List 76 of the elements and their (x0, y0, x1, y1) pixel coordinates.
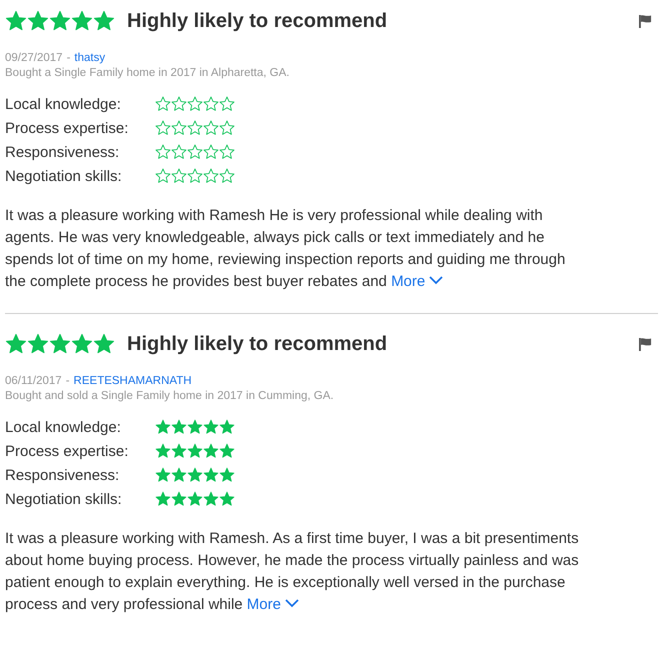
star-icon (219, 443, 235, 459)
star-icon (155, 419, 171, 435)
star-icon (49, 333, 71, 355)
separator-dash: - (66, 375, 70, 387)
star-icon (187, 467, 203, 483)
review-date: 06/11/2017 (5, 375, 62, 387)
star-outline-icon (187, 120, 203, 136)
review-headline: Highly likely to recommend (127, 332, 388, 356)
star-icon (203, 491, 219, 507)
star-outline-icon (155, 168, 171, 184)
star-icon (219, 419, 235, 435)
rating-label: Responsiveness: (5, 466, 120, 484)
star-icon (219, 491, 235, 507)
star-icon (155, 467, 171, 483)
star-icon (49, 10, 71, 32)
author-link[interactable]: REETESHAMARNATH (74, 375, 192, 387)
star-outline-icon (155, 120, 171, 136)
rating-label: Negotiation skills: (5, 490, 123, 508)
star-outline-icon (171, 96, 187, 112)
star-outline-icon (203, 120, 219, 136)
rating-label: Process expertise: (5, 442, 130, 460)
star-icon (219, 467, 235, 483)
rating-label: Process expertise: (5, 120, 130, 136)
star-icon (27, 10, 49, 32)
author-link[interactable]: thatsy (74, 52, 106, 64)
star-outline-icon (171, 168, 187, 184)
chevron-down-icon (429, 276, 444, 285)
flag-icon[interactable] (639, 336, 652, 352)
star-icon (171, 419, 187, 435)
star-outline-icon (155, 96, 171, 112)
star-outline-icon (171, 120, 187, 136)
star-icon (155, 443, 171, 459)
star-icon (71, 333, 93, 355)
star-outline-icon (219, 144, 235, 160)
star-icon (5, 10, 27, 32)
star-outline-icon (219, 168, 235, 184)
star-icon (171, 491, 187, 507)
star-icon (187, 443, 203, 459)
star-outline-icon (187, 96, 203, 112)
star-icon (171, 467, 187, 483)
star-icon (71, 10, 93, 32)
star-outline-icon (203, 168, 219, 184)
star-icon (93, 333, 115, 355)
rating-label: Local knowledge: (5, 96, 122, 112)
star-outline-icon (171, 144, 187, 160)
review-text: It was a pleasure working with Ramesh He is very professional while dealing with agents. He was very knowledgeable, always pick calls or text immediately and he spends lot of time on my home, reviewing inspection reports and guiding me through the complete process he provides best buyer rebates and More (5, 206, 566, 292)
star-icon (171, 443, 187, 459)
rating-label: Responsiveness: (5, 144, 120, 160)
review-date: 09/27/2017 (5, 52, 63, 64)
star-icon (5, 333, 27, 355)
separator-dash: - (66, 52, 70, 64)
transaction-text: Bought a Single Family home in 2017 in Alpharetta, GA. (5, 67, 290, 79)
star-icon (203, 443, 219, 459)
star-icon (203, 419, 219, 435)
more-link[interactable]: More (391, 273, 444, 290)
star-outline-icon (219, 120, 235, 136)
star-icon (187, 491, 203, 507)
rating-label: Negotiation skills: (5, 168, 123, 184)
star-icon (203, 467, 219, 483)
star-outline-icon (187, 144, 203, 160)
flag-icon[interactable] (639, 14, 652, 28)
star-icon (155, 491, 171, 507)
star-outline-icon (203, 96, 219, 112)
more-link[interactable]: More (246, 596, 299, 613)
star-outline-icon (155, 144, 171, 160)
star-outline-icon (219, 96, 235, 112)
star-outline-icon (187, 168, 203, 184)
rating-label: Local knowledge: (5, 418, 122, 436)
star-icon (27, 333, 49, 355)
chevron-down-icon (284, 599, 299, 608)
star-icon (93, 10, 115, 32)
transaction-text: Bought and sold a Single Family home in 2017 in Cumming, GA. (5, 390, 335, 402)
star-icon (187, 419, 203, 435)
star-outline-icon (203, 144, 219, 160)
review-text: It was a pleasure working with Ramesh. As a first time buyer, I was a bit presentiments about home buying process. However, he made the process virtually painless and was patient enough to explain everything. He is exceptionally well versed in the purchase process and very professional while More (5, 529, 580, 615)
review-headline: Highly likely to recommend (127, 10, 388, 32)
